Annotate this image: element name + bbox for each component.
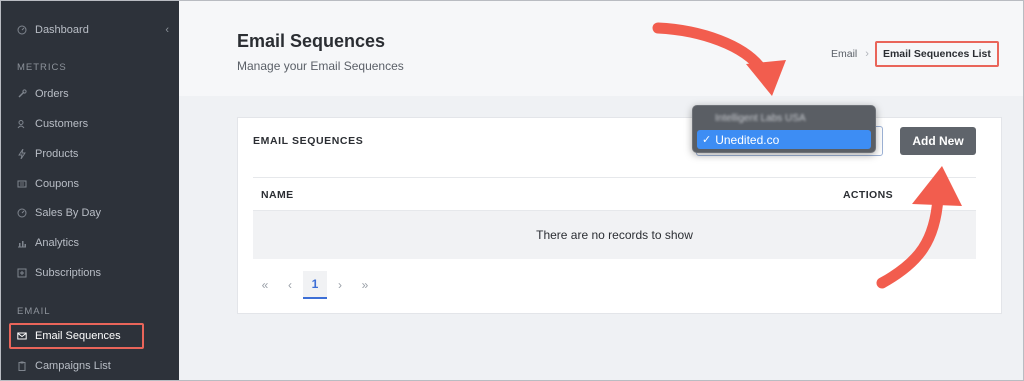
annotation-arrow-top [652,22,786,96]
annotation-arrow-bottom [876,166,962,289]
annotation-arrows [652,22,962,289]
